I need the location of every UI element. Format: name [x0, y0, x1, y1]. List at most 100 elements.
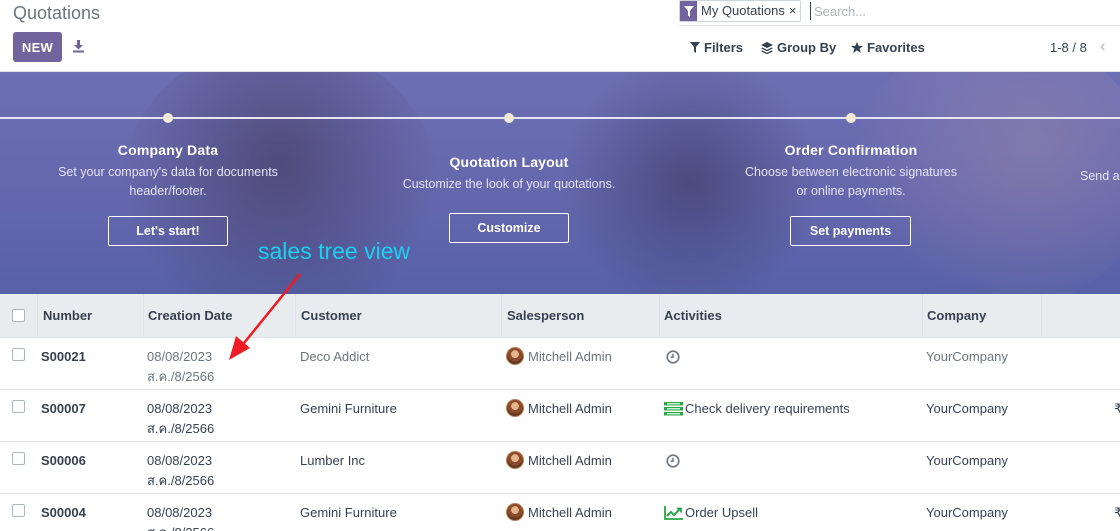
activity-label: Order Upsell — [685, 505, 758, 520]
salesperson-name: Mitchell Admin — [528, 453, 612, 468]
customer: Deco Addict — [300, 349, 370, 364]
group-by-label: Group By — [777, 40, 837, 55]
download-icon[interactable] — [72, 39, 85, 53]
group-by-button[interactable]: Group By — [761, 40, 836, 55]
table-row[interactable]: S00006 08/08/2023 ส.ค./8/2566 Lumber Inc… — [0, 442, 1120, 494]
amount-partial: ₹ — [1114, 505, 1120, 520]
column-header-customer[interactable]: Customer — [296, 294, 502, 338]
step-title: Quotation Layout — [449, 154, 569, 170]
order-number: S00004 — [41, 505, 86, 520]
control-panel: Quotations NEW My Quotations × Filters G… — [0, 0, 1120, 72]
row-checkbox[interactable] — [12, 452, 25, 465]
company: YourCompany — [926, 453, 1008, 468]
activity[interactable] — [666, 347, 682, 367]
favorites-button[interactable]: Favorites — [851, 40, 925, 55]
step-description-line: Choose between electronic signatures — [745, 165, 957, 179]
lets-start-button[interactable]: Let's start! — [108, 216, 228, 246]
new-button[interactable]: NEW — [13, 32, 62, 62]
annotation-label: sales tree view — [258, 238, 411, 264]
row-checkbox[interactable] — [12, 348, 25, 361]
table-header: Number Creation Date Customer Salesperso… — [0, 294, 1120, 338]
pager-value[interactable]: 1-8 / 8 — [1050, 40, 1087, 55]
date-alt-line: ส.ค./8/2566 — [147, 473, 215, 488]
company: YourCompany — [926, 401, 1008, 416]
order-number: S00007 — [41, 401, 86, 416]
onboarding-banner: Company Data Set your company's data for… — [0, 72, 1120, 294]
facet-remove-icon[interactable]: × — [789, 1, 801, 21]
set-payments-button[interactable]: Set payments — [790, 216, 911, 246]
table-row[interactable]: S00007 08/08/2023 ส.ค./8/2566 Gemini Fur… — [0, 390, 1120, 442]
date-line: 08/08/2023 — [147, 453, 213, 468]
filter-icon — [680, 1, 697, 21]
creation-date: 08/08/2023 ส.ค./8/2566 — [147, 347, 214, 387]
salesperson-name: Mitchell Admin — [528, 505, 612, 520]
avatar — [506, 503, 524, 521]
activity[interactable]: Order Upsell — [664, 503, 758, 523]
avatar — [506, 399, 524, 417]
progress-line — [0, 117, 164, 119]
page-title: Quotations — [13, 3, 101, 23]
step-title: Company Data — [117, 142, 219, 158]
star-icon — [851, 41, 863, 53]
table-row[interactable]: S00021 08/08/2023 ส.ค./8/2566 Deco Addic… — [0, 338, 1120, 390]
customize-button[interactable]: Customize — [449, 213, 569, 243]
date-alt-line: ส.ค./8/2566 — [147, 421, 215, 436]
progress-line — [514, 117, 846, 119]
layers-icon — [761, 41, 773, 54]
filter-icon — [690, 42, 700, 53]
salesperson: Mitchell Admin — [506, 451, 612, 471]
row-checkbox[interactable] — [12, 504, 25, 517]
clock-icon[interactable] — [666, 350, 680, 364]
favorites-label: Favorites — [867, 40, 925, 55]
search-input[interactable] — [810, 2, 1110, 20]
avatar — [506, 451, 524, 469]
step-send: Send a — [1080, 167, 1120, 186]
progress-line — [172, 117, 504, 119]
step-description: Set your company's data for documents he… — [28, 163, 308, 201]
customer: Lumber Inc — [300, 453, 366, 468]
filters-button[interactable]: Filters — [690, 40, 743, 55]
salesperson-name: Mitchell Admin — [528, 349, 612, 364]
salesperson: Mitchell Admin — [506, 399, 612, 419]
column-header-salesperson[interactable]: Salesperson — [502, 294, 660, 338]
company: YourCompany — [926, 349, 1008, 364]
chevron-left-icon[interactable]: ‹ — [1100, 38, 1105, 56]
search-bar: My Quotations × — [679, 0, 1120, 26]
table-row[interactable]: S00004 08/08/2023 ส.ค./8/2566 Gemini Fur… — [0, 494, 1120, 531]
list-icon[interactable] — [664, 402, 683, 416]
step-company-data: Company Data Set your company's data for… — [28, 142, 308, 201]
step-description-line: Set your company's data for documents — [58, 165, 278, 179]
clock-icon[interactable] — [666, 454, 680, 468]
facet-value: My Quotations — [701, 3, 785, 18]
salesperson: Mitchell Admin — [506, 347, 612, 367]
step-description-line: Customize the look of your quotations. — [402, 177, 616, 191]
chart-up-icon[interactable] — [664, 506, 683, 520]
order-number: S00021 — [41, 349, 86, 364]
order-number: S00006 — [41, 453, 86, 468]
step-order-confirmation: Order Confirmation Choose between electr… — [711, 142, 991, 201]
activity[interactable]: Check delivery requirements — [664, 399, 850, 419]
date-alt-line: ส.ค./8/2566 — [147, 369, 215, 384]
company: YourCompany — [926, 505, 1008, 520]
column-header-number[interactable]: Number — [37, 294, 144, 338]
annotation-arrow-icon — [229, 273, 301, 360]
step-description: Choose between electronic signatures or … — [711, 163, 991, 201]
column-header-activities[interactable]: Activities — [659, 294, 923, 338]
activity[interactable] — [666, 451, 682, 471]
salesperson: Mitchell Admin — [506, 503, 612, 523]
amount-partial: ₹ — [1114, 401, 1120, 416]
step-description-line: header/footer. — [129, 184, 207, 198]
date-line: 08/08/2023 — [147, 505, 213, 520]
date-line: 08/08/2023 — [147, 401, 213, 416]
customer: Gemini Furniture — [300, 505, 397, 520]
progress-line — [856, 117, 1120, 119]
step-title: Order Confirmation — [784, 142, 918, 158]
search-facet: My Quotations × — [679, 0, 802, 22]
step-dot — [163, 113, 173, 123]
select-all-checkbox[interactable] — [12, 309, 25, 322]
column-header-company[interactable]: Company — [922, 294, 1042, 338]
creation-date: 08/08/2023 ส.ค./8/2566 — [147, 503, 214, 531]
activity-label: Check delivery requirements — [685, 401, 850, 416]
row-checkbox[interactable] — [12, 400, 25, 413]
avatar — [506, 347, 524, 365]
